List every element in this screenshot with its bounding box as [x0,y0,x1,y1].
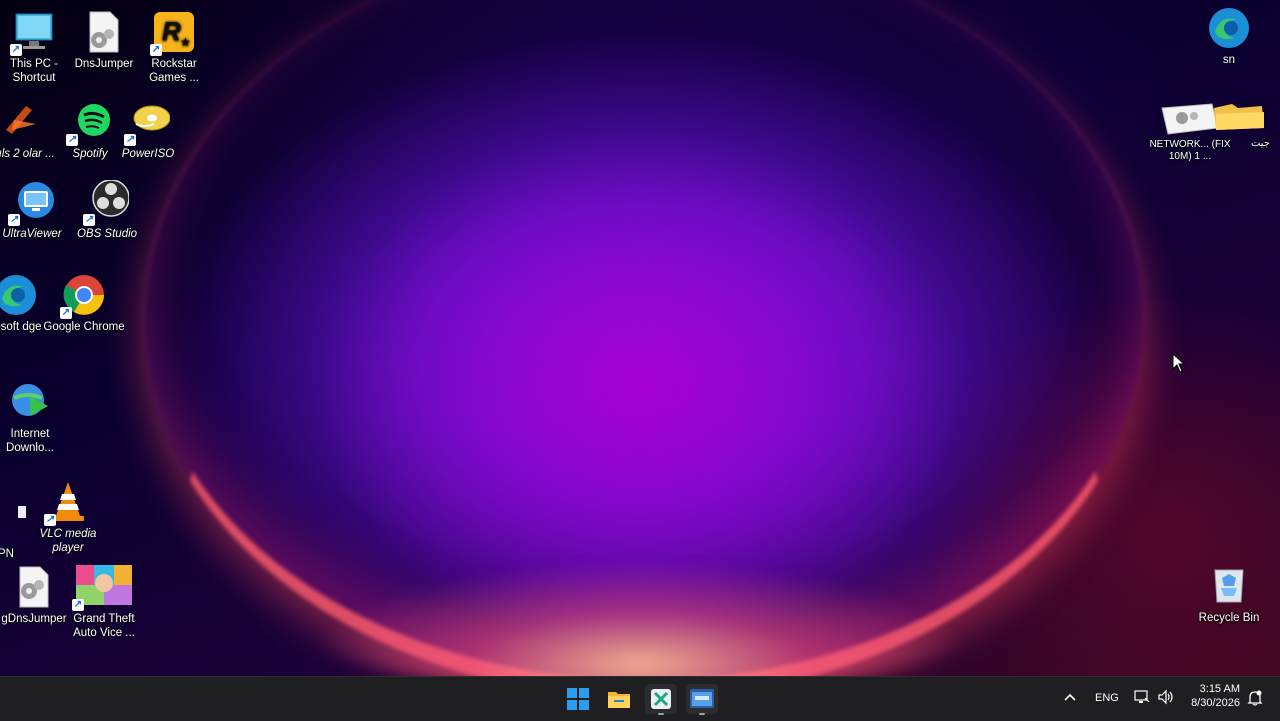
notifications-button[interactable] [1247,689,1263,712]
volume-button[interactable] [1157,689,1175,710]
desktop-icon-label: جيت [1250,138,1270,149]
speaker-icon [1157,689,1175,709]
taskbar: ENG 3:15 AM 8/30/2026 [0,676,1280,721]
desktop-icon-recycle-bin[interactable]: Recycle Bin [1187,564,1271,625]
notification-bell-icon [1247,690,1263,711]
edge-icon [1207,6,1251,50]
svg-text:★: ★ [180,35,191,49]
excel-like-icon [645,689,677,718]
download-manager-icon [8,380,52,424]
edge-icon [0,273,38,317]
clock-date: 8/30/2026 [1191,697,1240,709]
obs-icon: ↗ [83,179,130,226]
folder-icon [1210,100,1266,134]
game-icon [0,100,40,144]
desktop-icon-label: sn [1222,54,1236,66]
desktop-icon-vlc[interactable]: ↗ VLC media player [26,480,110,555]
rockstar-icon: R ★ ↗ [150,10,196,56]
mouse-cursor-icon [1172,352,1186,378]
desktop-icon-label: OBS Studio [76,228,138,240]
gear-file-icon [82,10,126,54]
desktop-wallpaper [0,0,1280,676]
ultraviewer-icon: ↗ [8,180,54,226]
vlc-cone-icon: ↗ [44,480,90,526]
clock[interactable]: 3:15 AM 8/30/2026 [1182,683,1240,709]
monitor-icon: ↗ [10,10,56,56]
taskbar-app-x[interactable] [645,684,677,715]
app-icon [0,500,28,544]
desktop-icon-label: Recycle Bin [1198,612,1260,624]
gear-file-icon [12,565,56,609]
language-indicator[interactable]: ENG [1095,692,1119,704]
windows-start-icon [562,688,594,718]
desktop-icon-label: Internet Downlo... [6,428,54,454]
desktop-icon-idm[interactable]: Internet Downlo... [0,380,72,455]
desktop-icon-obs[interactable]: ↗ OBS Studio [65,179,149,241]
taskbar-file-explorer[interactable] [603,684,635,714]
clock-time: 3:15 AM [1199,683,1240,695]
desktop-icon-label: VLC media player [39,528,97,554]
running-indicator [699,713,705,715]
game-cover-icon: ↗ [72,565,134,611]
file-explorer-icon [603,692,635,718]
desktop-icon-label: Google Chrome [43,321,125,333]
disc-icon: ↗ [124,100,171,146]
running-indicator [658,713,664,715]
desktop-icon-label: PowerISO [121,148,175,160]
app-window-icon [686,689,718,718]
desktop-icon-folder[interactable]: جيت [1206,100,1270,151]
desktop-icon-poweriso[interactable]: ↗ PowerISO [106,100,190,161]
desktop-icon-label: UltraViewer [2,228,62,240]
desktop-icon-label: Rockstar Games ... [149,58,199,84]
desktop-icon-ultraviewer[interactable]: ↗ UltraViewer [0,180,74,241]
svg-text:R: R [162,16,181,46]
network-button[interactable] [1134,689,1150,710]
taskbar-app-window[interactable] [686,684,718,715]
desktop-icon-gta[interactable]: ↗ Grand Theft Auto Vice ... [62,565,146,640]
start-button[interactable] [562,684,594,714]
network-monitor-icon [1134,690,1150,709]
desktop-icon-chrome[interactable]: ↗ Google Chrome [42,273,126,334]
chevron-up-icon [1063,691,1077,708]
desktop-icon-label: Grand Theft Auto Vice ... [73,613,135,639]
recycle-bin-icon [1207,564,1251,608]
tray-overflow-button[interactable] [1063,690,1077,709]
desktop-icon-rockstar[interactable]: R ★ ↗ Rockstar Games ... [132,10,216,85]
chrome-icon: ↗ [60,273,106,319]
desktop-icon-edge-sn[interactable]: sn [1187,6,1271,67]
